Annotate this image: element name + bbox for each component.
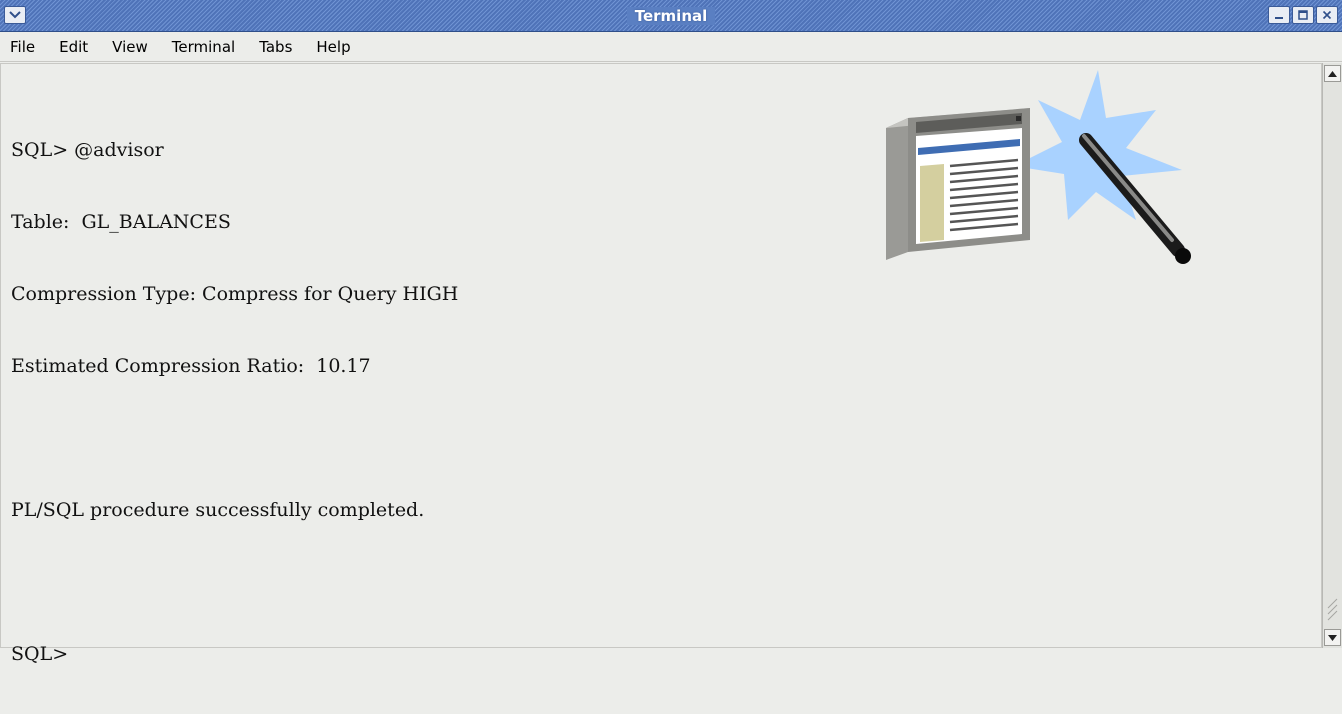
terminal-window: Terminal File Edit View Terminal Tabs He… [0,0,1342,665]
menu-help[interactable]: Help [314,36,352,58]
advisor-wizard-icon [886,70,1191,264]
menu-file[interactable]: File [8,36,37,58]
minimize-button[interactable] [1268,6,1290,24]
window-controls [1268,6,1338,24]
close-button[interactable] [1316,6,1338,24]
maximize-icon [1298,10,1308,20]
vertical-scrollbar[interactable] [1322,63,1342,648]
terminal-line-status: PL/SQL procedure successfully completed. [11,499,425,521]
terminal-line-compression-type: Compression Type: Compress for Query HIG… [11,283,459,305]
document-side [886,118,908,260]
document-header-button [1016,116,1021,121]
window-title-text: Terminal [626,7,716,25]
maximize-button[interactable] [1292,6,1314,24]
scroll-up-button[interactable] [1324,65,1341,82]
chevron-down-icon [9,11,21,19]
minimize-icon [1275,17,1283,19]
terminal-line-prompt: SQL> [11,643,69,665]
menu-tabs[interactable]: Tabs [257,36,294,58]
scrollbar-grip-icon [1327,598,1338,621]
window-title: Terminal [0,0,1342,32]
terminal-line-ratio: Estimated Compression Ratio: 10.17 [11,355,371,377]
terminal-text: SQL> @advisor Table: GL_BALANCES Compres… [11,90,458,714]
menu-bar: File Edit View Terminal Tabs Help [0,32,1342,62]
menu-terminal[interactable]: Terminal [170,36,237,58]
arrow-down-icon [1328,634,1337,641]
terminal-line-command: SQL> @advisor [11,139,164,161]
arrow-up-icon [1328,70,1337,77]
scroll-down-button[interactable] [1324,629,1341,646]
document-sidebar [920,164,944,242]
menu-edit[interactable]: Edit [57,36,90,58]
close-icon [1322,10,1332,20]
menu-view[interactable]: View [110,36,150,58]
window-menu-button[interactable] [4,6,26,24]
title-bar[interactable]: Terminal [0,0,1342,32]
terminal-line-table: Table: GL_BALANCES [11,211,231,233]
wand-tip [1175,248,1191,264]
